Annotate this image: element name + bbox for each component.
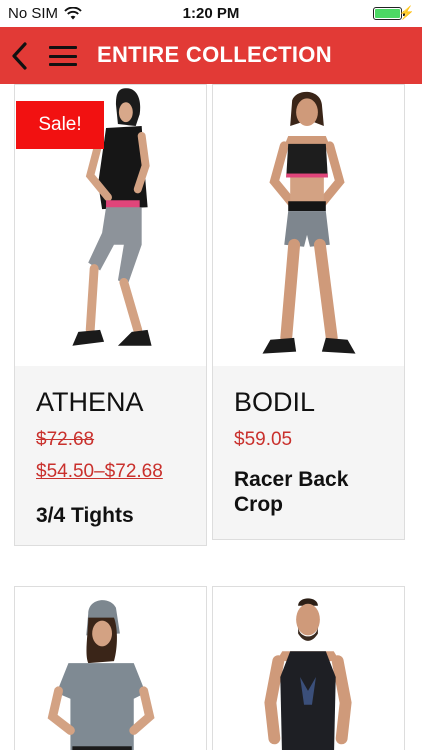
product-card-mens-tank[interactable]	[212, 586, 405, 750]
product-price: $59.05	[234, 429, 293, 450]
nav-bar: ENTIRE COLLECTION	[0, 27, 422, 84]
product-image	[213, 587, 404, 750]
charging-bolt-icon: ⚡	[398, 5, 415, 20]
product-image: Sale!	[15, 85, 206, 366]
product-name: BODIL	[234, 387, 316, 417]
battery-level	[375, 9, 400, 18]
product-name: ATHENA	[36, 387, 144, 417]
product-grid: Sale! ATHENA $72.68 $54.50–$72.68 3/4 Ti…	[0, 84, 422, 750]
menu-line	[49, 54, 77, 58]
product-description: Racer Back Crop	[234, 468, 349, 516]
status-bar: No SIM 1:20 PM ⚡	[0, 0, 422, 27]
product-card-athena[interactable]: Sale! ATHENA $72.68 $54.50–$72.68 3/4 Ti…	[14, 84, 207, 546]
product-card-hoodie-tee[interactable]	[14, 586, 207, 750]
product-image	[213, 85, 404, 366]
battery-icon	[373, 7, 405, 20]
sale-badge: Sale!	[16, 101, 104, 149]
product-image	[15, 587, 206, 750]
mens-tank-model-illustration	[264, 598, 352, 750]
product-card-bodil[interactable]: BODIL $59.05 Racer Back Crop	[212, 84, 405, 540]
product-old-price: $72.68	[36, 429, 95, 450]
bodil-model-illustration	[262, 91, 356, 354]
page-title: ENTIRE COLLECTION	[97, 42, 332, 67]
product-description: 3/4 Tights	[36, 504, 134, 527]
menu-line	[49, 63, 77, 66]
hamburger-menu-icon[interactable]	[49, 44, 77, 68]
hoodie-tee-model-illustration	[47, 600, 155, 750]
product-price-range[interactable]: $54.50–$72.68	[36, 461, 163, 483]
clock: 1:20 PM	[182, 5, 240, 22]
chevron-left-icon[interactable]	[9, 41, 31, 71]
menu-line	[49, 46, 77, 49]
